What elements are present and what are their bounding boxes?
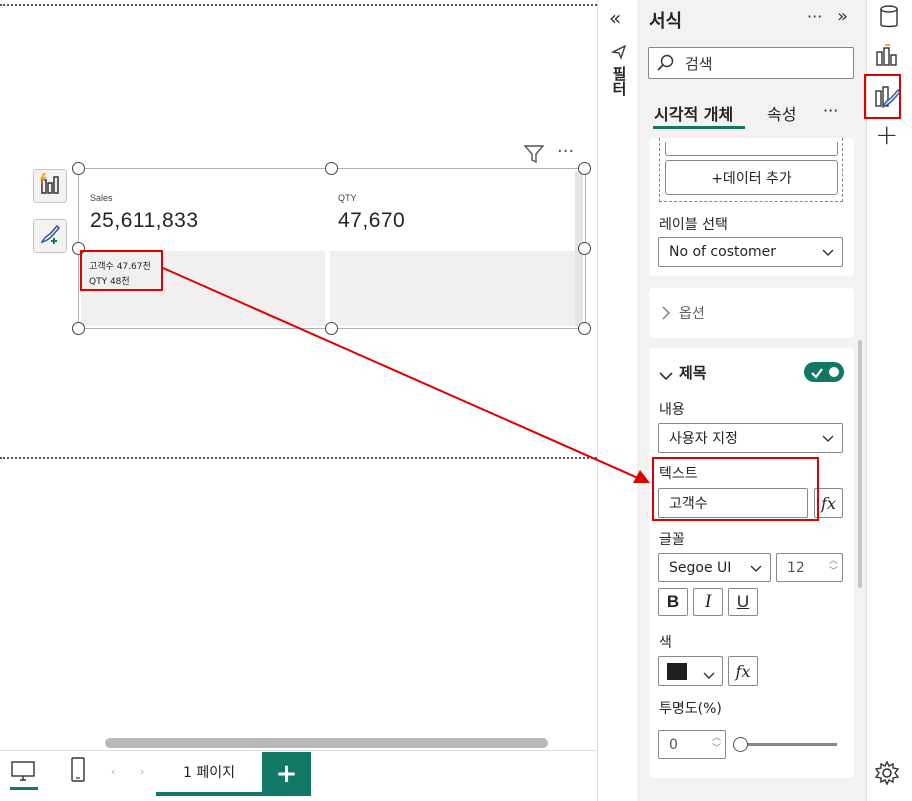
font-label: 글꼴 [659, 532, 685, 548]
transparency-stepper[interactable]: 0 ︿ ﹀ [658, 730, 726, 759]
page-boundary-bottom [0, 457, 597, 459]
page-boundary-top [0, 4, 597, 6]
chevron-right-icon [661, 305, 671, 324]
search-input[interactable]: 검색 [648, 47, 854, 79]
more-options-icon[interactable]: ··· [557, 141, 574, 162]
title-section: 제목 내용 사용자 지정 텍스트 고객수 fx 글꼴 Segoe UI 12 ︿… [649, 348, 854, 778]
card-value: 47,670 [338, 209, 406, 232]
collapse-pane-icon[interactable]: » [837, 6, 848, 27]
paintbrush-icon [38, 222, 62, 250]
checkmark-icon [810, 365, 824, 384]
add-page-button[interactable]: + [262, 752, 311, 796]
filters-label: 필터 [610, 66, 628, 96]
card-title: QTY [338, 193, 357, 203]
build-visual-button[interactable] [33, 169, 67, 203]
resize-handle-b[interactable] [325, 322, 338, 335]
resize-handle-r[interactable] [578, 242, 591, 255]
chevron-down-icon [822, 432, 834, 444]
highlight-box-text-field [652, 457, 819, 521]
multi-row-card-visual[interactable]: Sales 25,611,833 QTY 47,670 고객수 47.67천 Q… [78, 168, 586, 329]
plus-icon[interactable]: + [875, 121, 898, 149]
stepper-arrows-icon[interactable]: ︿ ﹀ [712, 733, 721, 755]
label-select-dropdown[interactable]: No of costomer [658, 237, 843, 267]
format-pane-icon[interactable] [873, 83, 901, 115]
desktop-view-icon[interactable] [11, 760, 35, 786]
content-value: 사용자 지정 [669, 431, 738, 447]
transparency-value: 0 [669, 736, 678, 753]
resize-handle-tl[interactable] [72, 162, 85, 175]
tabs-more-icon[interactable]: ··· [823, 101, 838, 120]
prev-page-icon[interactable]: ‹ [111, 765, 115, 778]
card-title: Sales [90, 193, 113, 203]
resize-handle-br[interactable] [578, 322, 591, 335]
mobile-view-icon[interactable] [70, 757, 86, 787]
filter-icon[interactable] [523, 144, 545, 168]
resize-handle-bl[interactable] [72, 322, 85, 335]
expand-filters-icon[interactable]: « [609, 6, 621, 30]
title-section-label: 제목 [679, 364, 707, 382]
italic-button[interactable]: I [693, 588, 723, 616]
card-empty[interactable] [330, 251, 575, 326]
font-size-stepper[interactable]: 12 ︿ ﹀ [776, 553, 843, 582]
chevron-down-icon[interactable] [659, 366, 673, 385]
transparency-slider-thumb[interactable] [733, 737, 748, 752]
chevron-down-icon [703, 666, 715, 685]
tab-visual-underline [653, 126, 745, 129]
toggle-knob [829, 367, 839, 377]
card-qty[interactable]: QTY 47,670 [330, 171, 575, 249]
bold-button[interactable]: B [658, 588, 688, 616]
font-size-value: 12 [787, 559, 805, 576]
label-select-value: No of costomer [669, 244, 777, 260]
title-toggle[interactable] [804, 362, 844, 382]
resize-handle-t[interactable] [325, 162, 338, 175]
transparency-slider-track[interactable] [741, 743, 837, 746]
add-data-button[interactable]: +데이터 추가 [665, 160, 838, 195]
underline-button[interactable]: U [728, 588, 758, 616]
content-dropdown[interactable]: 사용자 지정 [658, 423, 843, 453]
desktop-view-indicator [10, 787, 38, 790]
chevron-down-icon [750, 562, 762, 574]
field-well-item[interactable] [665, 142, 838, 156]
format-visual-button[interactable] [33, 219, 67, 253]
tab-general[interactable]: 속성 [767, 101, 796, 125]
format-pane: 서식 ··· » 검색 시각적 개체 속성 ··· +데이터 추가 레이블 선택… [637, 0, 866, 801]
color-swatch [667, 663, 687, 680]
tab-visual[interactable]: 시각적 개체 [654, 101, 733, 125]
chevron-down-icon [822, 246, 834, 258]
font-family-value: Segoe UI [669, 559, 732, 576]
resize-handle-tr[interactable] [578, 162, 591, 175]
build-visual-icon[interactable] [874, 42, 902, 72]
data-pane-icon[interactable] [876, 4, 902, 34]
highlight-box-canvas [80, 250, 163, 291]
stepper-arrows-icon[interactable]: ︿ ﹀ [829, 556, 838, 578]
plus-icon: + [275, 759, 298, 789]
color-label: 색 [659, 635, 672, 651]
transparency-label: 투명도(%) [659, 701, 722, 717]
options-label: 옵션 [679, 306, 705, 322]
color-fx-button[interactable]: fx [728, 656, 758, 686]
pane-scrollbar[interactable] [858, 340, 862, 588]
filters-collapsed-strip[interactable]: « 필터 [597, 0, 637, 801]
pane-switcher-strip: + [864, 0, 912, 801]
report-canvas[interactable]: ··· Sales 25,611,833 QTY 47,670 고객수 47.6… [0, 0, 597, 750]
page-tab-1[interactable]: 1 페이지 [156, 752, 262, 796]
build-visual-icon [38, 172, 62, 200]
label-select-label: 레이블 선택 [659, 217, 728, 233]
next-page-icon[interactable]: › [140, 765, 144, 778]
gear-icon[interactable] [874, 760, 900, 790]
card-value: 25,611,833 [90, 209, 199, 232]
search-icon [657, 54, 675, 76]
search-placeholder: 검색 [685, 55, 713, 73]
horizontal-scrollbar[interactable] [105, 738, 548, 748]
page-tab-label: 1 페이지 [183, 765, 235, 781]
filter-funnel-icon [610, 44, 627, 64]
content-label: 내용 [659, 402, 685, 418]
options-section[interactable]: 옵션 [649, 288, 854, 338]
font-family-dropdown[interactable]: Segoe UI [658, 553, 771, 582]
series-card: +데이터 추가 레이블 선택 No of costomer [649, 138, 854, 276]
card-sales[interactable]: Sales 25,611,833 [81, 171, 325, 249]
pane-title: 서식 [649, 11, 683, 32]
pane-more-icon[interactable]: ··· [807, 7, 822, 26]
color-picker[interactable] [658, 656, 723, 686]
